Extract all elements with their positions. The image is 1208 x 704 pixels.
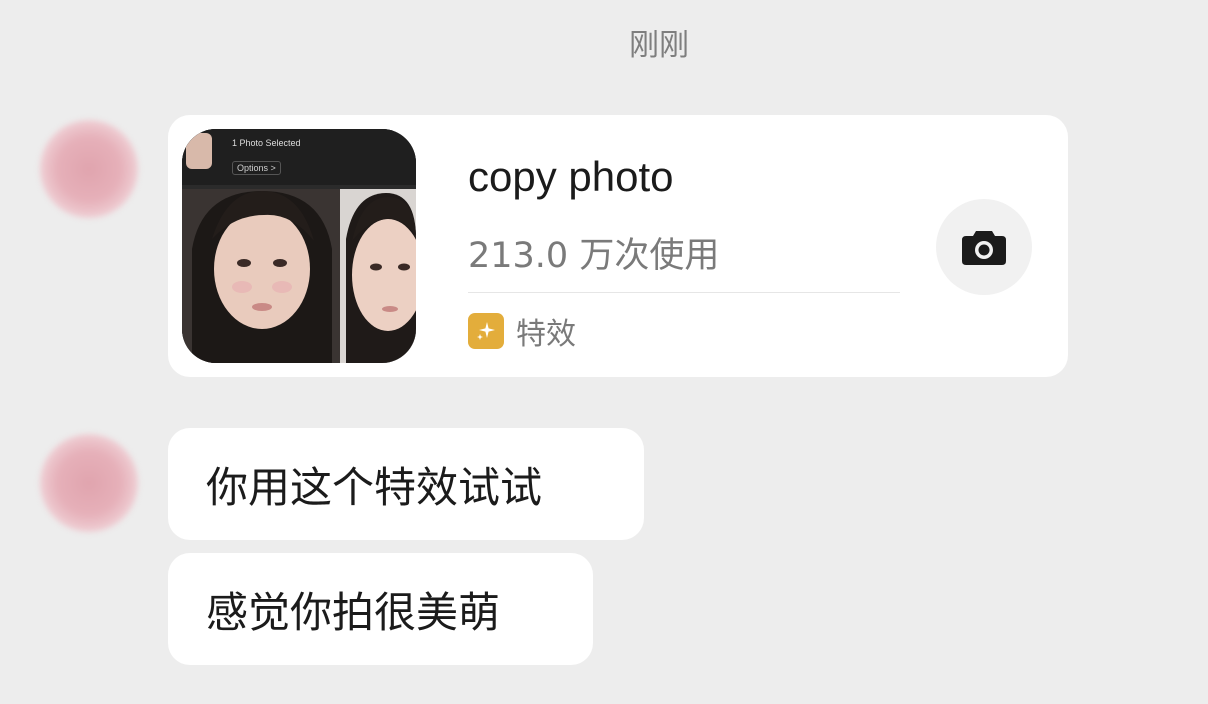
effect-usage-count: 213.0 万次使用 <box>468 236 720 276</box>
sender-avatar[interactable] <box>40 434 138 532</box>
effect-tag-label: 特效 <box>516 317 576 352</box>
message-text: 感觉你拍很美萌 <box>206 587 501 637</box>
effect-title: copy photo <box>468 153 674 200</box>
thumbnail-image <box>182 129 416 363</box>
effect-share-card[interactable]: 1 Photo Selected Options > copy photo 21… <box>168 115 1068 377</box>
effect-tag: 特效 <box>468 313 576 352</box>
thumbnail-options-text: Options > <box>232 161 281 175</box>
message-text: 你用这个特效试试 <box>206 462 543 512</box>
camera-button[interactable] <box>936 199 1032 295</box>
thumbnail-header-text: 1 Photo Selected <box>232 138 301 148</box>
message-bubble[interactable]: 你用这个特效试试 <box>168 428 644 540</box>
message-bubble[interactable]: 感觉你拍很美萌 <box>168 553 593 665</box>
message-timestamp: 刚刚 <box>629 28 689 63</box>
sender-avatar[interactable] <box>40 120 138 218</box>
sparkle-icon <box>468 313 504 349</box>
card-divider <box>468 292 900 293</box>
camera-icon <box>962 231 1006 265</box>
effect-thumbnail: 1 Photo Selected Options > <box>182 129 416 363</box>
